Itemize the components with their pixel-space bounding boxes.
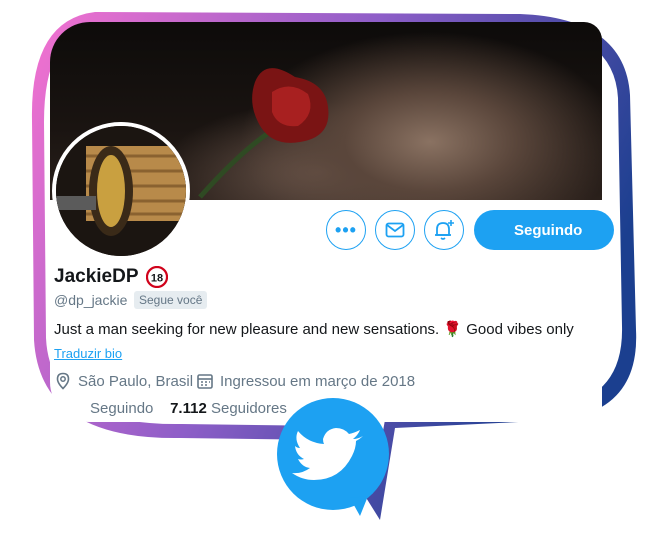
adult-content-badge-icon: 18: [146, 266, 168, 288]
notifications-button[interactable]: [424, 210, 464, 250]
more-icon: •••: [335, 220, 357, 240]
following-label: Seguindo: [90, 400, 154, 417]
followers-count: 7.112: [170, 400, 207, 417]
following-stat[interactable]: Seguindo: [90, 400, 153, 417]
profile-handle: @dp_jackie: [54, 292, 128, 308]
katana-avatar-image: [56, 126, 186, 256]
following-button-label: Seguindo: [514, 221, 583, 239]
profile-name: JackieDP: [54, 266, 139, 287]
adult-badge-text: 18: [151, 273, 163, 285]
profile-bio: Just a man seeking for new pleasure and …: [54, 321, 574, 338]
bell-plus-icon: [435, 220, 454, 240]
translate-bio-link[interactable]: Traduzir bio: [54, 346, 122, 361]
avatar[interactable]: [52, 122, 190, 260]
location-text: São Paulo, Brasil: [78, 372, 194, 390]
follow-stats: Seguindo 7.112 Seguidores: [90, 400, 287, 417]
location-pin-icon: [56, 372, 70, 390]
joined-item: Ingressou em março de 2018: [196, 372, 415, 390]
twitter-bird-logo-icon: [277, 398, 389, 516]
more-button[interactable]: •••: [326, 210, 366, 250]
follows-you-badge: Segue você: [134, 291, 208, 309]
message-button[interactable]: [375, 210, 415, 250]
following-button[interactable]: Seguindo: [474, 210, 614, 250]
joined-text: Ingressou em março de 2018: [220, 372, 416, 390]
calendar-icon: [197, 374, 213, 389]
location-item: São Paulo, Brasil: [54, 372, 193, 390]
mail-icon: [385, 222, 405, 238]
